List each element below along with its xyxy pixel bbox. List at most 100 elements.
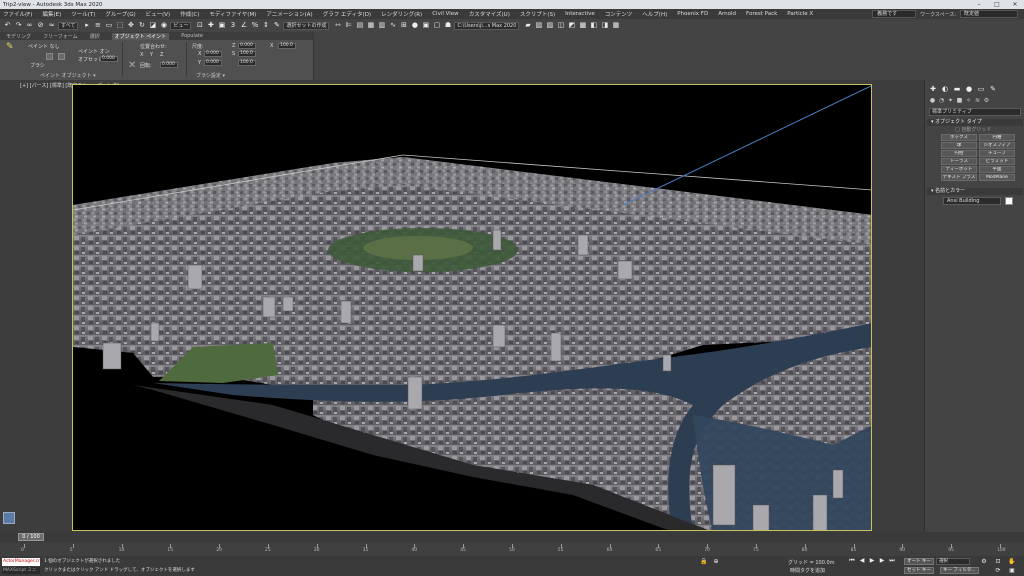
menu-particle-x[interactable]: Particle X: [787, 11, 813, 17]
torus-button[interactable]: トーラス: [941, 158, 977, 165]
maxscript-mini[interactable]: MAXScript ミニ: [2, 567, 40, 574]
tab-object-paint[interactable]: オブジェクト ペイント: [111, 32, 170, 40]
viewport-layout-button[interactable]: [3, 512, 15, 524]
maxscript-listener[interactable]: ActorManager.cr: [2, 558, 40, 566]
object-name-field[interactable]: Ansi Building: [943, 197, 1001, 205]
window-crossing-icon[interactable]: ⬚: [115, 21, 124, 30]
rotate-field[interactable]: 0.000: [160, 62, 178, 68]
time-config-icon[interactable]: ⚙: [980, 558, 988, 566]
display-tab-icon[interactable]: ▭: [977, 85, 985, 93]
menu-graph-editors[interactable]: グラフ エディタ(D): [323, 10, 371, 18]
redo-icon[interactable]: ↷: [14, 21, 23, 30]
percent-snap-icon[interactable]: %: [250, 21, 259, 30]
tool-b-icon[interactable]: ▨: [545, 21, 554, 30]
x-axis-button[interactable]: X: [140, 52, 143, 58]
paint-off-label[interactable]: ペイント なし: [28, 43, 60, 50]
paint-on-label[interactable]: ペイント オン: [78, 48, 110, 55]
menu-customize[interactable]: カスタマイズ(U): [469, 10, 510, 18]
textplus-button[interactable]: テキスト プラス: [941, 174, 977, 181]
project-path-dropdown[interactable]: C:\Users\ji...s Max 2020: [454, 21, 520, 30]
plane-button[interactable]: 平面: [979, 166, 1015, 173]
tab-freeform[interactable]: フリーフォーム: [43, 33, 78, 40]
prev-frame-icon[interactable]: ◀: [858, 557, 866, 565]
scale-icon[interactable]: ◪: [148, 21, 157, 30]
lights-icon[interactable]: ✦: [947, 97, 954, 104]
select-object-icon[interactable]: ▸: [82, 21, 91, 30]
edit-named-selection-icon[interactable]: ✎: [272, 21, 281, 30]
keyboard-shortcut-icon[interactable]: ▣: [217, 21, 226, 30]
create-tab-icon[interactable]: ✚: [929, 85, 937, 93]
orbit-icon[interactable]: ⟳: [994, 567, 1002, 575]
menu-arnold[interactable]: Arnold: [718, 11, 736, 17]
scale-extra-field[interactable]: 100.0: [238, 60, 256, 66]
coord-icon[interactable]: ⊕: [712, 558, 720, 566]
ribbon-x-field[interactable]: 100.0: [278, 43, 296, 49]
perspective-viewport[interactable]: [72, 84, 872, 531]
selected-dropdown[interactable]: 選択: [936, 558, 970, 565]
render-icon[interactable]: ☗: [443, 21, 452, 30]
name-color-rollout[interactable]: ▾ 名前とカラー: [927, 188, 1023, 195]
key-filters-button[interactable]: キー フィルタ...: [940, 567, 979, 574]
tool-a-icon[interactable]: ▧: [534, 21, 543, 30]
menu-rendering[interactable]: レンダリング(R): [381, 10, 422, 18]
z-field[interactable]: 0.000: [238, 43, 256, 49]
tool-d-icon[interactable]: ◩: [567, 21, 576, 30]
shapes-icon[interactable]: ◔: [938, 97, 945, 104]
render-setup-icon[interactable]: ▣: [421, 21, 430, 30]
teapot-button[interactable]: ティーポット: [941, 166, 977, 173]
systems-icon[interactable]: ⚙: [983, 97, 990, 104]
menu-edit[interactable]: 編集(E): [42, 10, 61, 18]
menu-civil-view[interactable]: Civil View: [432, 11, 458, 17]
paint-option-icon[interactable]: [46, 53, 53, 60]
go-to-start-icon[interactable]: ⏮: [848, 557, 856, 565]
play-icon[interactable]: ▶: [868, 557, 876, 565]
object-type-rollout[interactable]: ▾ オブジェクト タイプ: [927, 119, 1023, 126]
layer-explorer-icon[interactable]: ▤: [355, 21, 364, 30]
setkey-button[interactable]: セット キー: [904, 567, 934, 574]
close-button[interactable]: ✕: [1006, 0, 1024, 9]
menu-group[interactable]: グループ(G): [105, 10, 135, 18]
account-dropdown[interactable]: 義務です: [872, 10, 917, 18]
sphere-button[interactable]: 球: [941, 142, 977, 149]
undo-icon[interactable]: ↶: [3, 21, 12, 30]
group-brush-settings[interactable]: ブラシ設定 ▾: [196, 72, 225, 79]
move-icon[interactable]: ✥: [126, 21, 135, 30]
time-slider-thumb[interactable]: 0 / 100: [18, 533, 44, 541]
paint-fill-icon[interactable]: [58, 53, 65, 60]
region-select-icon[interactable]: ▭: [104, 21, 113, 30]
tool-g-icon[interactable]: ◨: [600, 21, 609, 30]
y-axis-button[interactable]: Y: [150, 52, 153, 58]
zoom-extents-icon[interactable]: ⊡: [994, 558, 1002, 566]
modplane-button[interactable]: ModPlane: [979, 174, 1015, 181]
hierarchy-tab-icon[interactable]: ▬: [953, 85, 961, 93]
scale-s-field[interactable]: 100.0: [238, 51, 256, 57]
select-manipulate-icon[interactable]: ✚: [206, 21, 215, 30]
tool-e-icon[interactable]: ▩: [578, 21, 587, 30]
toggle-scene-explorer-icon[interactable]: ▦: [366, 21, 375, 30]
geometry-icon[interactable]: ●: [929, 97, 936, 104]
menu-tools[interactable]: ツール(T): [71, 10, 95, 18]
angle-snap-icon[interactable]: ∠: [239, 21, 248, 30]
lock-selection-icon[interactable]: 🔒: [700, 558, 708, 566]
reference-coordinate-dropdown[interactable]: ビュー: [170, 21, 192, 30]
tool-h-icon[interactable]: ▦: [611, 21, 620, 30]
cameras-icon[interactable]: ■: [956, 97, 963, 104]
modify-tab-icon[interactable]: ◐: [941, 85, 949, 93]
bind-space-warp-icon[interactable]: ≈: [47, 21, 56, 30]
time-slider[interactable]: 0 / 100: [0, 532, 1024, 542]
unlink-icon[interactable]: ⊘: [36, 21, 45, 30]
menu-help[interactable]: ヘルプ(H): [642, 10, 667, 18]
link-icon[interactable]: ∞: [25, 21, 34, 30]
workspace-dropdown[interactable]: 既定値: [960, 10, 1018, 18]
menu-view[interactable]: ビュー(V): [146, 10, 171, 18]
x-field[interactable]: 0.000: [204, 51, 222, 57]
select-by-name-icon[interactable]: ≡: [93, 21, 102, 30]
snaps-toggle-icon[interactable]: 3: [228, 21, 237, 30]
material-editor-icon[interactable]: ●: [410, 21, 419, 30]
align-icon[interactable]: ⊫: [344, 21, 353, 30]
ribbon-toggle-icon[interactable]: ▥: [377, 21, 386, 30]
curve-editor-icon[interactable]: ∿: [388, 21, 397, 30]
menu-modifiers[interactable]: モディファイヤ(M): [209, 10, 256, 18]
utilities-tab-icon[interactable]: ✎: [989, 85, 997, 93]
next-frame-icon[interactable]: ▶: [878, 557, 886, 565]
